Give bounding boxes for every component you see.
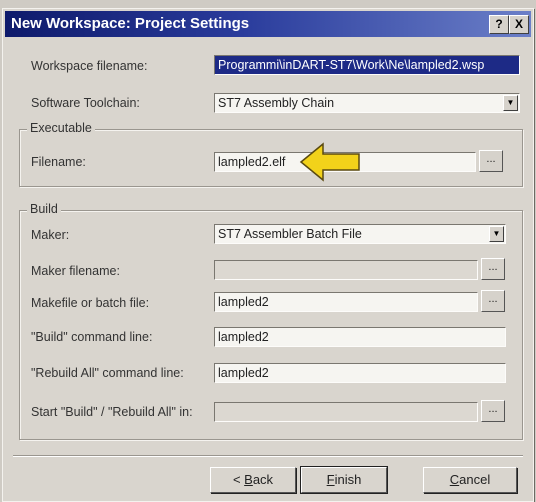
executable-filename-label: Filename: [31,155,86,169]
executable-group-title: Executable [27,121,95,135]
back-button[interactable]: < Back [210,467,296,493]
chevron-down-icon[interactable]: ▼ [489,226,504,242]
finish-button[interactable]: Finish [300,466,388,494]
software-toolchain-label: Software Toolchain: [31,96,140,110]
project-settings-dialog: New Workspace: Project Settings ? X Work… [2,8,534,502]
back-rest: ack [252,472,274,487]
title-bar: New Workspace: Project Settings ? X [5,11,531,37]
build-group-title: Build [27,202,61,216]
finish-rest: inish [334,472,362,487]
maker-filename-field[interactable] [214,260,478,280]
makefile-field[interactable]: lampled2 [214,292,478,312]
maker-select[interactable]: ST7 Assembler Batch File ▼ [214,224,506,244]
back-accel: B [244,472,253,487]
back-prefix: < [232,472,245,487]
maker-filename-browse-button[interactable]: ... [481,258,505,280]
start-in-field[interactable] [214,402,478,422]
maker-label: Maker: [31,228,70,242]
close-button[interactable]: X [509,15,529,34]
build-cmd-field[interactable]: lampled2 [214,327,506,347]
cancel-rest: ancel [459,472,491,487]
start-in-browse-button[interactable]: ... [481,400,505,422]
start-in-label: Start "Build" / "Rebuild All" in: [31,405,193,419]
workspace-filename-field[interactable]: Programmi\inDART-ST7\Work\Ne\lampled2.ws… [214,55,520,75]
maker-value: ST7 Assembler Batch File [218,227,362,241]
window-title: New Workspace: Project Settings [11,15,250,32]
rebuild-cmd-label: "Rebuild All" command line: [31,366,184,380]
rebuild-cmd-field[interactable]: lampled2 [214,363,506,383]
cancel-button[interactable]: Cancel [423,467,517,493]
help-button[interactable]: ? [489,15,509,34]
cancel-accel: C [449,472,460,487]
makefile-browse-button[interactable]: ... [481,290,505,312]
makefile-label: Makefile or batch file: [31,296,150,310]
software-toolchain-value: ST7 Assembly Chain [218,96,335,110]
executable-browse-button[interactable]: ... [479,150,503,172]
maker-filename-label: Maker filename: [31,264,120,278]
finish-accel: F [326,472,335,487]
build-cmd-label: "Build" command line: [31,330,153,344]
chevron-down-icon[interactable]: ▼ [503,95,518,111]
workspace-filename-label: Workspace filename: [31,59,148,73]
button-separator [13,455,523,457]
yellow-arrow-icon [299,142,360,182]
software-toolchain-select[interactable]: ST7 Assembly Chain ▼ [214,93,520,113]
